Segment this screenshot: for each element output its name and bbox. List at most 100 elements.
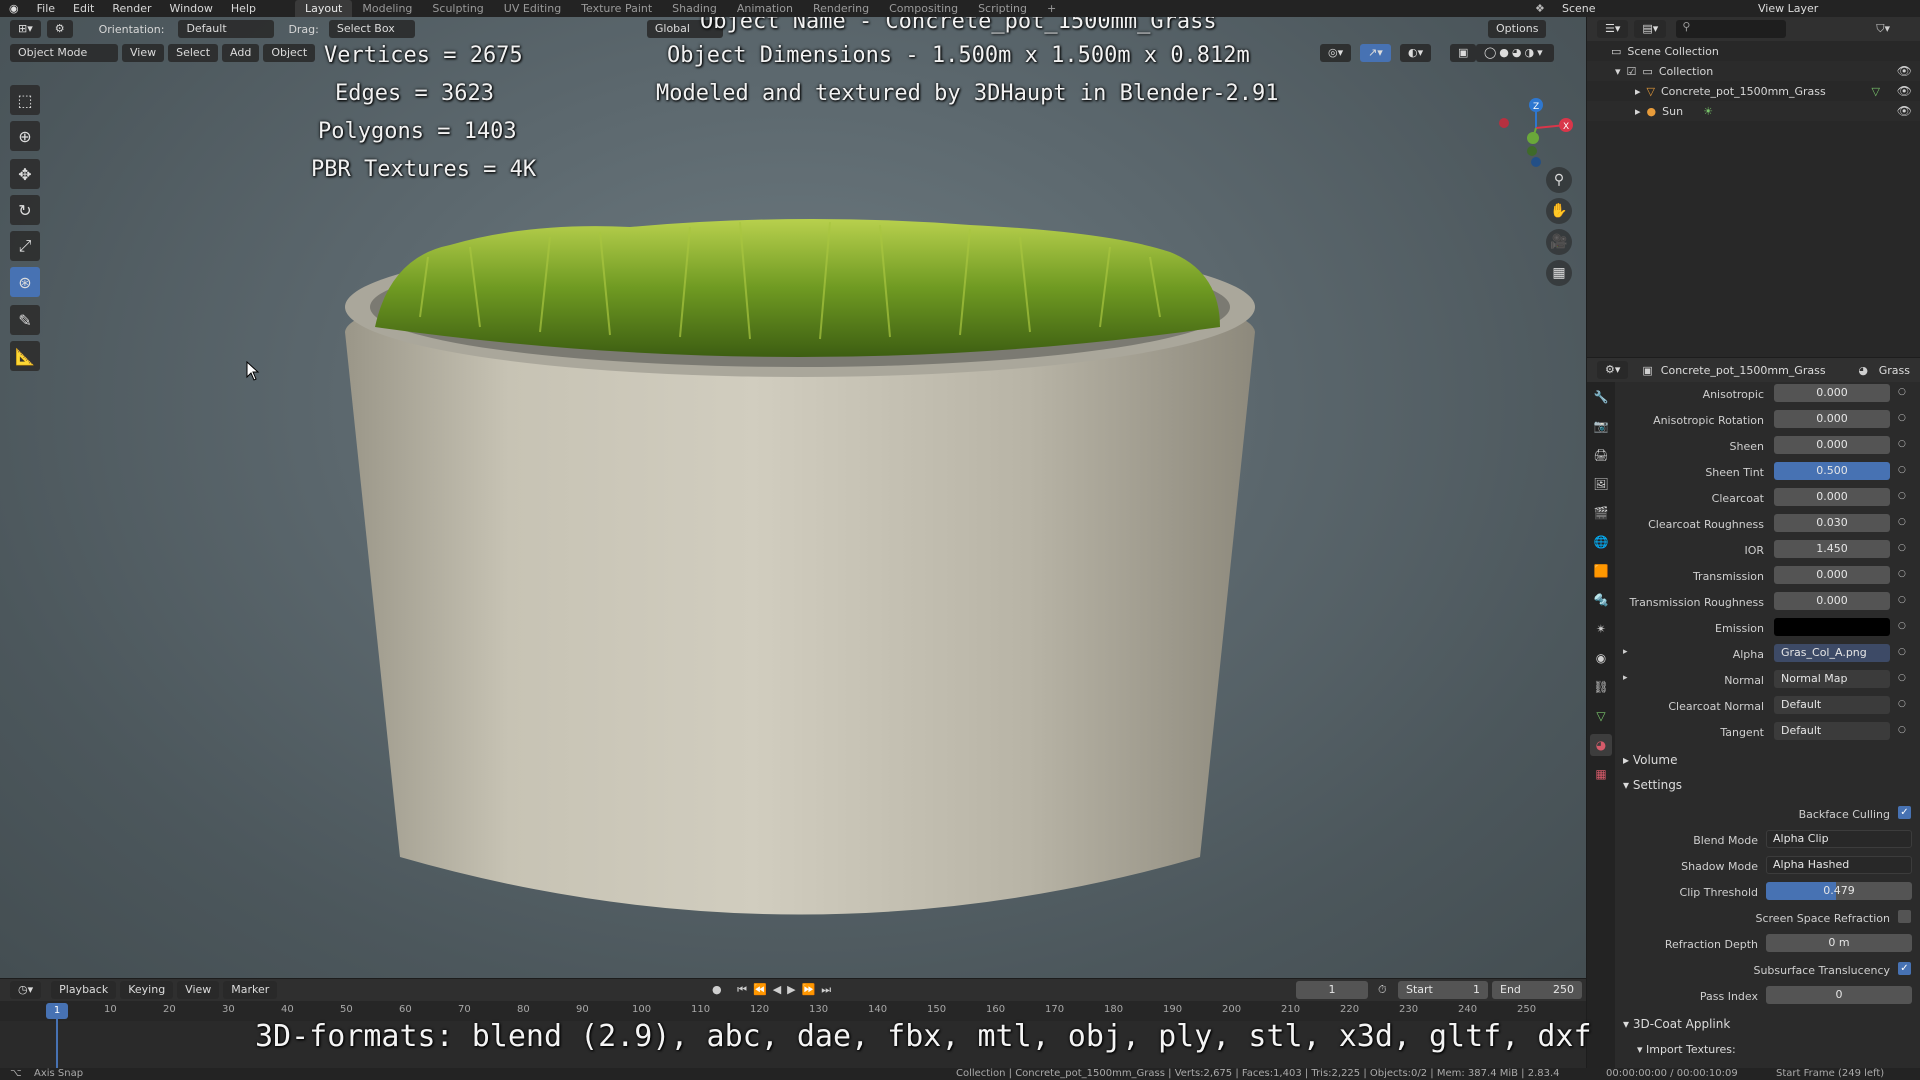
- tab-animation[interactable]: Animation: [727, 0, 803, 17]
- breadcrumb-material[interactable]: Grass: [1879, 364, 1910, 377]
- socket-icon[interactable]: ○: [1898, 517, 1906, 527]
- socket-icon[interactable]: ○: [1898, 569, 1906, 579]
- shadow-mode-select[interactable]: Alpha Hashed: [1766, 856, 1912, 874]
- particles-tab-icon[interactable]: ✴: [1590, 618, 1612, 640]
- menu-keying[interactable]: Keying: [120, 981, 174, 999]
- overlay-visibility-icon[interactable]: ◎▾: [1320, 44, 1352, 62]
- output-tab-icon[interactable]: 🖨: [1590, 444, 1612, 466]
- outliner-collection[interactable]: ▾ ☑ ▭ Collection 👁: [1587, 61, 1920, 81]
- expand-arrow-icon[interactable]: ▸: [1635, 85, 1641, 98]
- menu-marker[interactable]: Marker: [223, 981, 278, 999]
- axis-gizmo[interactable]: Z X: [1488, 83, 1578, 173]
- menu-timeline-view[interactable]: View: [177, 981, 220, 999]
- refraction-depth-field[interactable]: 0 m: [1766, 934, 1912, 952]
- tab-texture-paint[interactable]: Texture Paint: [571, 0, 662, 17]
- data-tab-icon[interactable]: ▽: [1590, 705, 1612, 727]
- tab-scripting[interactable]: Scripting: [968, 0, 1037, 17]
- outliner-search-input[interactable]: ⚲: [1676, 20, 1787, 38]
- render-tab-icon[interactable]: 📷: [1590, 415, 1612, 437]
- move-icon[interactable]: ✥: [10, 159, 40, 189]
- menu-file[interactable]: File: [28, 2, 64, 15]
- tangent-link[interactable]: Default: [1774, 722, 1890, 740]
- socket-icon[interactable]: ○: [1898, 543, 1906, 553]
- sun-data-icon[interactable]: ☀: [1703, 105, 1713, 118]
- eye-icon[interactable]: 👁: [1897, 104, 1912, 118]
- camera-icon[interactable]: 🎥: [1546, 229, 1572, 255]
- menu-object[interactable]: Object: [263, 44, 316, 62]
- modifier-tab-icon[interactable]: 🔩: [1590, 589, 1612, 611]
- physics-tab-icon[interactable]: ◉: [1590, 647, 1612, 669]
- menu-playback[interactable]: Playback: [51, 981, 117, 999]
- xray-icon[interactable]: ▣: [1450, 44, 1477, 62]
- tab-sculpting[interactable]: Sculpting: [422, 0, 493, 17]
- scene-tab-icon[interactable]: 🎬: [1590, 502, 1612, 524]
- concrete-pot-render[interactable]: [330, 217, 1270, 937]
- socket-icon[interactable]: ○: [1898, 673, 1906, 683]
- section-settings[interactable]: ▾ Settings: [1623, 778, 1682, 792]
- socket-icon[interactable]: ○: [1898, 465, 1906, 475]
- object-mode-select[interactable]: Object Mode: [10, 44, 118, 62]
- tab-layout[interactable]: Layout: [294, 0, 353, 17]
- screen-space-refraction-checkbox[interactable]: [1898, 910, 1911, 923]
- start-frame-field[interactable]: Start 1: [1398, 981, 1488, 999]
- section-volume[interactable]: ▸ Volume: [1623, 753, 1677, 767]
- socket-icon[interactable]: ○: [1898, 413, 1906, 423]
- gizmo-toggle-icon[interactable]: ↗▾: [1360, 44, 1391, 62]
- expand-arrow-icon[interactable]: ▸: [1623, 673, 1628, 683]
- socket-icon[interactable]: ○: [1898, 699, 1906, 709]
- 3d-viewport[interactable]: ⊞▾ ⚙ Orientation: Default Drag: Select B…: [0, 17, 1586, 978]
- ior-field[interactable]: 1.450: [1774, 540, 1890, 558]
- backface-culling-checkbox[interactable]: ✓: [1898, 806, 1911, 819]
- outliner-scene-collection[interactable]: ▭ Scene Collection: [1587, 41, 1920, 61]
- transform-icon[interactable]: ⊛: [10, 267, 40, 297]
- menu-render[interactable]: Render: [103, 2, 160, 15]
- tab-compositing[interactable]: Compositing: [879, 0, 968, 17]
- scene-name[interactable]: Scene: [1562, 2, 1596, 15]
- eye-icon[interactable]: 👁: [1897, 84, 1912, 98]
- display-mode-icon[interactable]: ▤▾: [1634, 20, 1667, 38]
- menu-help[interactable]: Help: [222, 2, 265, 15]
- blender-logo-icon[interactable]: ◉: [0, 2, 28, 15]
- measure-icon[interactable]: 📐: [10, 341, 40, 371]
- zoom-icon[interactable]: ⚲: [1546, 167, 1572, 193]
- normal-map-link[interactable]: Normal Map: [1774, 670, 1890, 688]
- socket-icon[interactable]: ○: [1898, 647, 1906, 657]
- drag-select[interactable]: Select Box: [328, 20, 415, 38]
- alpha-texture-link[interactable]: Gras_Col_A.png: [1774, 644, 1890, 662]
- exclude-checkbox[interactable]: ☑: [1627, 65, 1637, 78]
- blend-mode-select[interactable]: Alpha Clip: [1766, 830, 1912, 848]
- scale-icon[interactable]: ⤢: [10, 231, 40, 261]
- preview-range-icon[interactable]: ⏱: [1378, 983, 1387, 997]
- tool-tab-icon[interactable]: 🔧: [1590, 386, 1612, 408]
- socket-icon[interactable]: ○: [1898, 725, 1906, 735]
- constraints-tab-icon[interactable]: ⛓: [1590, 676, 1612, 698]
- tab-uv-editing[interactable]: UV Editing: [494, 0, 571, 17]
- menu-window[interactable]: Window: [161, 2, 222, 15]
- anisotropic-rotation-field[interactable]: 0.000: [1774, 410, 1890, 428]
- tool-settings-icon[interactable]: ⚙: [46, 20, 73, 38]
- filter-icon[interactable]: ⛉▾: [1876, 22, 1890, 36]
- playhead[interactable]: 1: [46, 1003, 68, 1019]
- expand-arrow-icon[interactable]: ▸: [1635, 105, 1641, 118]
- pass-index-field[interactable]: 0: [1766, 986, 1912, 1004]
- subsurface-translucency-checkbox[interactable]: ✓: [1898, 962, 1911, 975]
- object-tab-icon[interactable]: 🟧: [1590, 560, 1612, 582]
- rotate-icon[interactable]: ↻: [10, 195, 40, 225]
- playback-controls-icon[interactable]: ● ⏮⏪◀▶⏩⏭: [712, 983, 837, 997]
- outliner-object-pot[interactable]: ▸ ▽ Concrete_pot_1500mm_Grass ▽ 👁: [1587, 81, 1920, 101]
- socket-icon[interactable]: ○: [1898, 439, 1906, 449]
- tab-shading[interactable]: Shading: [662, 0, 727, 17]
- cursor-icon[interactable]: ⊕: [10, 121, 40, 151]
- texture-tab-icon[interactable]: ▦: [1590, 763, 1612, 785]
- current-frame-field[interactable]: 1: [1296, 981, 1368, 999]
- mesh-data-icon[interactable]: ▽: [1872, 85, 1880, 98]
- tab-rendering[interactable]: Rendering: [803, 0, 879, 17]
- transmission-field[interactable]: 0.000: [1774, 566, 1890, 584]
- world-tab-icon[interactable]: 🌐: [1590, 531, 1612, 553]
- orientation-select[interactable]: Default: [178, 20, 275, 38]
- annotate-icon[interactable]: ✎: [10, 305, 40, 335]
- view-layer-name[interactable]: View Layer: [1758, 2, 1818, 15]
- add-workspace-icon[interactable]: +: [1037, 0, 1066, 17]
- grid-perspective-icon[interactable]: ▦: [1546, 260, 1572, 286]
- clip-threshold-slider[interactable]: 0.479: [1766, 882, 1912, 900]
